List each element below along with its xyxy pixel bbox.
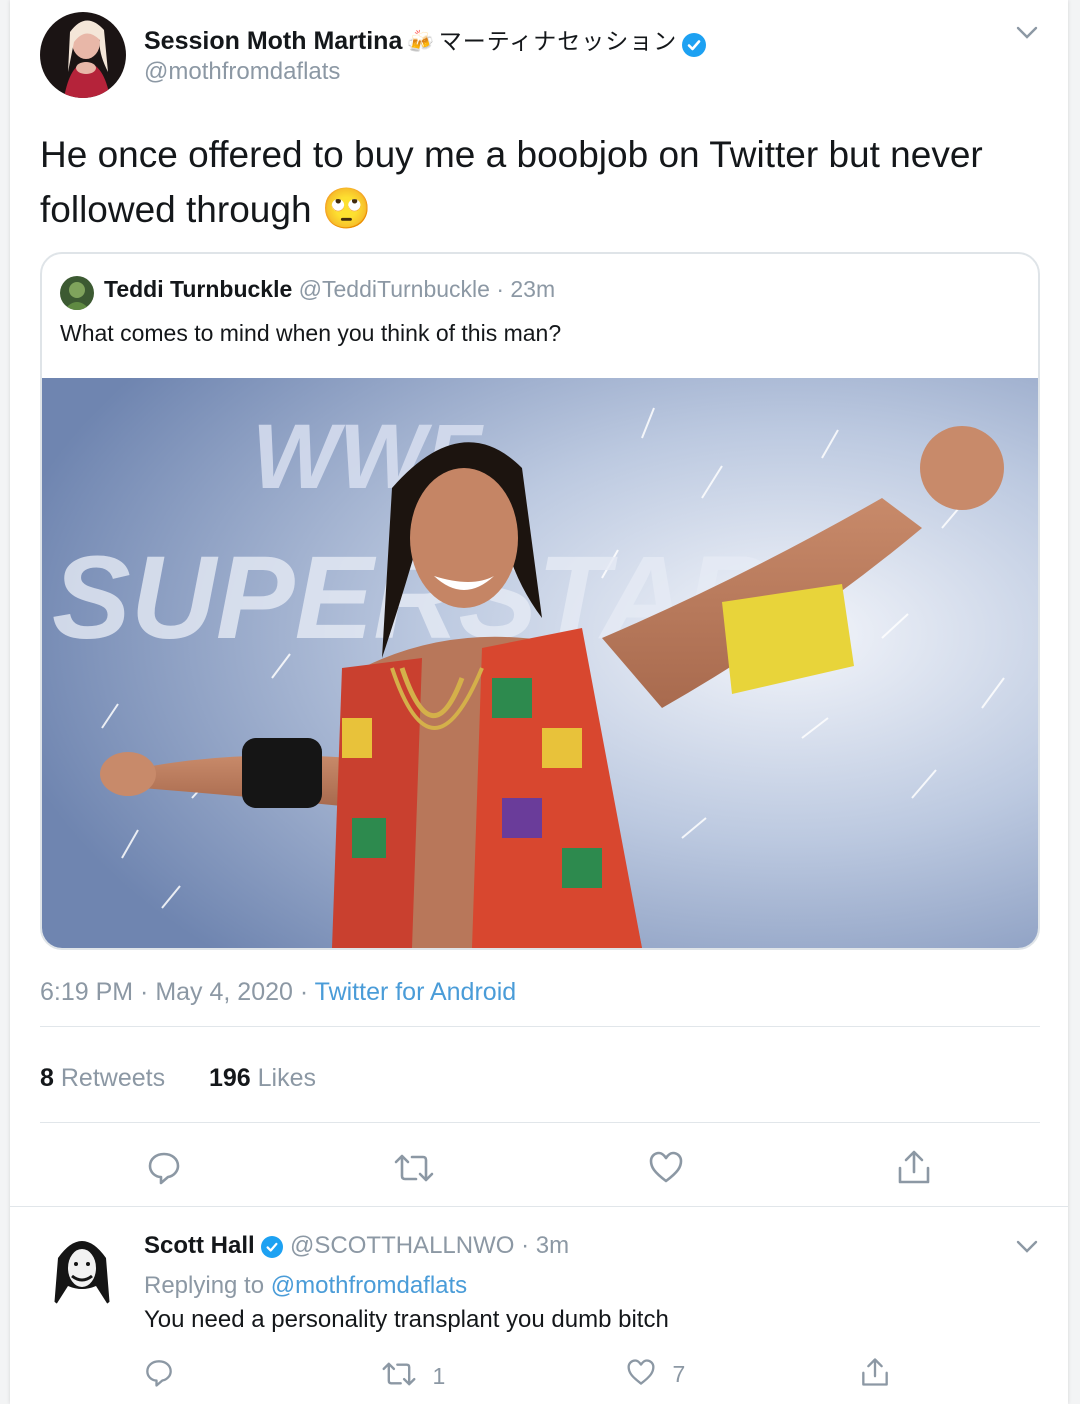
retweets-count: 8 bbox=[40, 1064, 54, 1092]
reply-handle[interactable]: @SCOTTHALLNWO bbox=[290, 1232, 514, 1259]
replying-to-link[interactable]: @mothfromdaflats bbox=[271, 1272, 467, 1299]
chevron-down-icon[interactable] bbox=[1016, 1240, 1038, 1259]
reply-author-avatar[interactable] bbox=[40, 1228, 124, 1312]
author-handle[interactable]: @mothfromdaflats bbox=[144, 58, 340, 86]
tweet-timestamp-row: 6:19 PM · May 4, 2020 · Twitter for Andr… bbox=[40, 978, 516, 1007]
author-display-name[interactable]: Session Moth Martina bbox=[144, 27, 402, 55]
reply-like-count: 7 bbox=[672, 1361, 686, 1387]
retweets-label: Retweets bbox=[60, 1064, 166, 1092]
reply-text: You need a personality transplant you du… bbox=[144, 1306, 669, 1333]
likes-label: Likes bbox=[257, 1064, 317, 1092]
reply-display-name[interactable]: Scott Hall bbox=[144, 1232, 255, 1259]
tweet-timestamp[interactable]: 6:19 PM · May 4, 2020 · bbox=[40, 978, 315, 1006]
author-name-row: Session Moth Martina 🍻 マーティナセッション bbox=[144, 22, 706, 57]
divider bbox=[40, 1122, 1040, 1123]
quoted-display-name: Teddi Turnbuckle bbox=[104, 276, 293, 302]
retweet-icon[interactable] bbox=[394, 1152, 434, 1189]
divider bbox=[40, 1026, 1040, 1027]
tweet-client-link[interactable]: Twitter for Android bbox=[315, 978, 516, 1006]
tweet-text-body: He once offered to buy me a boobjob on T… bbox=[40, 134, 983, 230]
reply-retweet-count: 1 bbox=[432, 1363, 446, 1389]
quoted-handle: @TeddiTurnbuckle bbox=[298, 276, 490, 302]
tweet-stats: 8 Retweets 196 Likes bbox=[40, 1064, 316, 1093]
replying-to-row: Replying to @mothfromdaflats bbox=[144, 1272, 467, 1300]
verified-badge-icon bbox=[261, 1235, 284, 1258]
author-avatar[interactable] bbox=[40, 12, 126, 98]
quoted-author-avatar bbox=[60, 276, 94, 310]
verified-badge-icon bbox=[681, 32, 706, 57]
quoted-tweet-text: What comes to mind when you think of thi… bbox=[60, 320, 562, 346]
divider bbox=[10, 1206, 1068, 1207]
likes-stat[interactable]: 196 Likes bbox=[209, 1064, 316, 1092]
retweet-icon bbox=[382, 1360, 416, 1393]
chevron-down-icon[interactable] bbox=[1016, 26, 1038, 45]
share-icon[interactable] bbox=[860, 1356, 890, 1393]
like-icon[interactable] bbox=[648, 1150, 684, 1189]
reply-like-button[interactable]: 7 bbox=[626, 1358, 685, 1391]
reply-icon[interactable] bbox=[146, 1150, 182, 1191]
quoted-author-row: Teddi Turnbuckle @TeddiTurnbuckle · 23m bbox=[104, 276, 555, 303]
tweet-text: He once offered to buy me a boobjob on T… bbox=[40, 128, 1020, 237]
quoted-tweet-card[interactable]: Teddi Turnbuckle @TeddiTurnbuckle · 23m … bbox=[40, 252, 1040, 950]
replying-to-prefix: Replying to bbox=[144, 1272, 271, 1299]
beer-emoji: 🍻 bbox=[406, 29, 435, 54]
reply-retweet-button[interactable]: 1 bbox=[382, 1360, 445, 1393]
likes-count: 196 bbox=[208, 1064, 251, 1092]
quoted-tweet-photo[interactable]: WWF SUPERSTARS bbox=[42, 378, 1038, 948]
reply-time: · 3m bbox=[521, 1232, 570, 1259]
tweet-thread: Session Moth Martina 🍻 マーティナセッション @mothf… bbox=[10, 0, 1068, 1404]
author-japanese-name: マーティナセッション bbox=[438, 28, 678, 54]
reply-icon[interactable] bbox=[144, 1358, 174, 1393]
quoted-time: · 23m bbox=[496, 276, 556, 302]
eye-roll-emoji: 🙄 bbox=[321, 187, 372, 231]
reply-author-row: Scott Hall @SCOTTHALLNWO · 3m bbox=[144, 1232, 569, 1260]
share-icon[interactable] bbox=[896, 1148, 932, 1191]
like-icon bbox=[626, 1358, 656, 1391]
retweets-stat[interactable]: 8 Retweets bbox=[40, 1064, 172, 1092]
